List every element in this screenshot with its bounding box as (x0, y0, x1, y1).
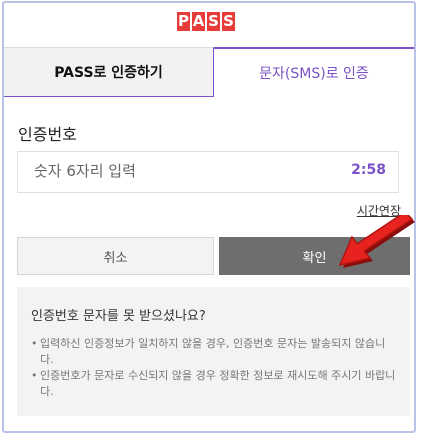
help-item-text: 인증번호가 문자로 수신되지 않을 경우 정확한 정보로 재시도해 주시기 바랍… (40, 369, 396, 398)
logo-letter: S (207, 12, 220, 31)
logo-letter: P (177, 12, 190, 31)
help-title: 인증번호 문자를 못 받으셨나요? (31, 309, 206, 324)
bullet: • (31, 369, 38, 382)
help-item: • 입력하신 인증정보가 일치하지 않을 경우, 인증번호 문자는 발송되지 않… (31, 336, 396, 368)
help-box: 인증번호 문자를 못 받으셨나요? • 입력하신 인증정보가 일치하지 않을 경… (17, 287, 410, 416)
bullet: • (31, 337, 38, 350)
countdown-timer: 2:58 (351, 162, 386, 178)
pass-logo: P A S S (177, 12, 235, 31)
code-input-box: 2:58 (17, 151, 399, 193)
auth-method-tabs: PASS로 인증하기 문자(SMS)로 인증 (4, 47, 414, 97)
code-label: 인증번호 (18, 125, 77, 144)
logo-letter: A (192, 12, 205, 31)
tab-pass-auth[interactable]: PASS로 인증하기 (4, 47, 214, 97)
help-item-text: 입력하신 인증정보가 일치하지 않을 경우, 인증번호 문자는 발송되지 않습니… (40, 337, 386, 366)
tab-sms-auth[interactable]: 문자(SMS)로 인증 (214, 47, 414, 97)
auth-dialog: P A S S PASS로 인증하기 문자(SMS)로 인증 인증번호 2:58… (2, 1, 416, 433)
code-input[interactable] (32, 161, 336, 181)
red-arrow-icon (338, 215, 415, 268)
logo-letter: S (222, 12, 235, 31)
cancel-button[interactable]: 취소 (17, 237, 214, 275)
help-item: • 인증번호가 문자로 수신되지 않을 경우 정확한 정보로 재시도해 주시기 … (31, 368, 396, 400)
